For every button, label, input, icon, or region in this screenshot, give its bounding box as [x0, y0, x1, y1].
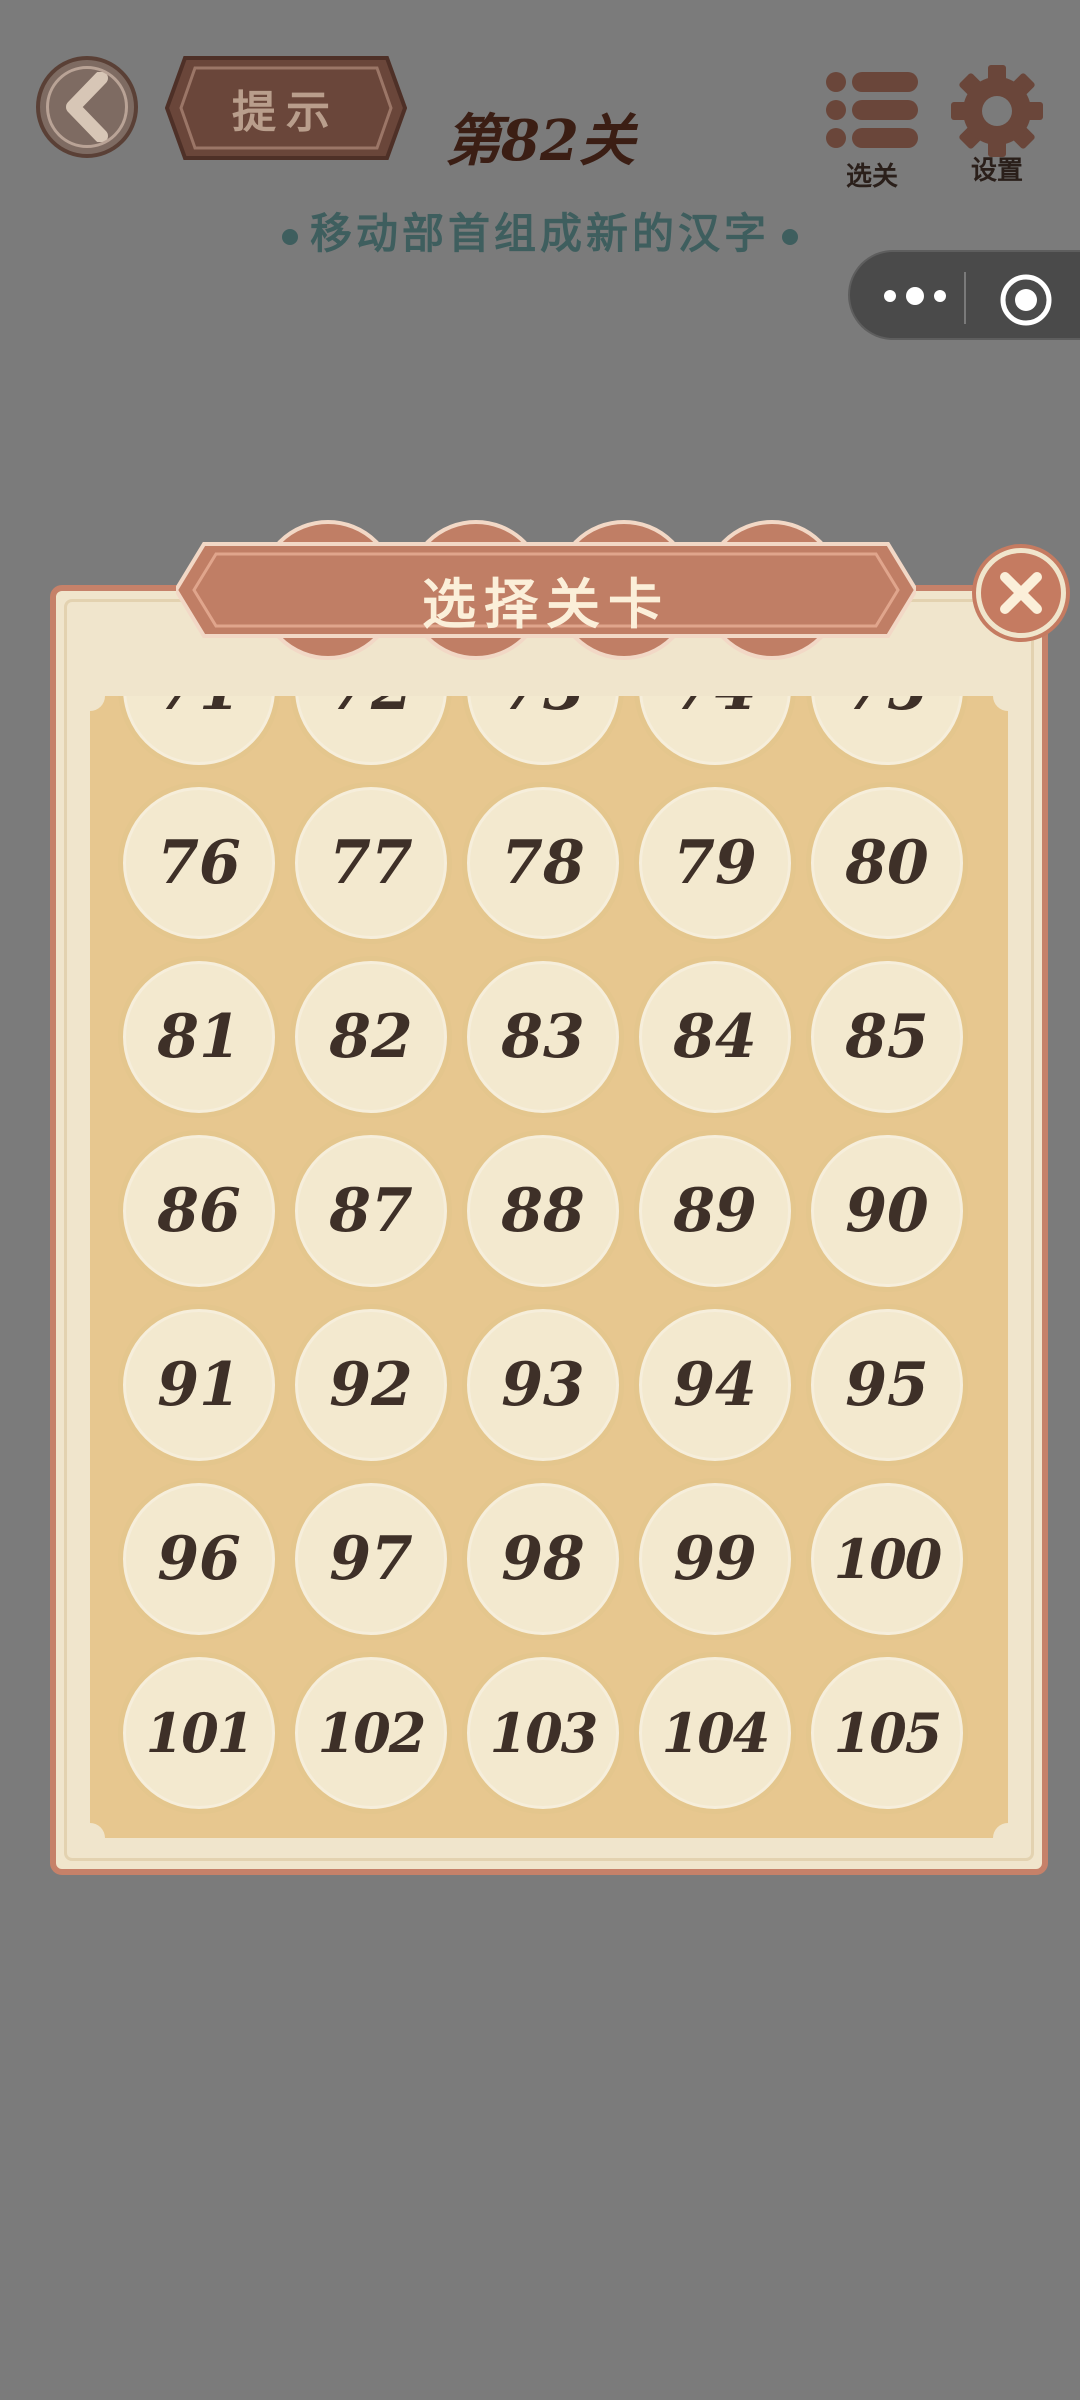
- level-button-101[interactable]: 101: [118, 1652, 280, 1814]
- level-button-74[interactable]: 74: [634, 696, 796, 770]
- level-button-88[interactable]: 88: [462, 1130, 624, 1292]
- level-button-82[interactable]: 82: [290, 956, 452, 1118]
- close-icon: [1000, 572, 1042, 614]
- capsule-divider: [964, 272, 966, 324]
- level-button-76[interactable]: 76: [118, 782, 280, 944]
- dialog-header: 选择关卡: [176, 512, 916, 672]
- settings-button[interactable]: 设置: [950, 64, 1044, 186]
- level-button-93[interactable]: 93: [462, 1304, 624, 1466]
- level-button-83[interactable]: 83: [462, 956, 624, 1118]
- level-button-80[interactable]: 80: [806, 782, 968, 944]
- back-button-ring: [46, 66, 128, 148]
- level-button-72[interactable]: 72: [290, 696, 452, 770]
- level-grid-panel[interactable]: 7172737475 7677787980 8182838485 8687888990…: [90, 696, 1008, 1838]
- level-button-77[interactable]: 77: [290, 782, 452, 944]
- level-button-104[interactable]: 104: [634, 1652, 796, 1814]
- level-button-92[interactable]: 92: [290, 1304, 452, 1466]
- hint-button[interactable]: 提示: [165, 56, 407, 160]
- level-button-81[interactable]: 81: [118, 956, 280, 1118]
- level-button-75[interactable]: 75: [806, 696, 968, 770]
- level-button-78[interactable]: 78: [462, 782, 624, 944]
- level-button-91[interactable]: 91: [118, 1304, 280, 1466]
- level-button-96[interactable]: 96: [118, 1478, 280, 1640]
- panel-corner: [90, 696, 105, 711]
- gear-icon: [951, 65, 1043, 157]
- level-button-90[interactable]: 90: [806, 1130, 968, 1292]
- level-button-94[interactable]: 94: [634, 1304, 796, 1466]
- level-button-100[interactable]: 100: [806, 1478, 968, 1640]
- level-button-102[interactable]: 102: [290, 1652, 452, 1814]
- miniprogram-capsule: [848, 250, 1080, 340]
- level-button-85[interactable]: 85: [806, 956, 968, 1118]
- level-select-button[interactable]: 选关: [826, 70, 918, 192]
- dialog-title: 选择关卡: [422, 572, 670, 636]
- panel-corner: [90, 1823, 105, 1838]
- bullet-dot: [782, 229, 798, 245]
- level-button-95[interactable]: 95: [806, 1304, 968, 1466]
- close-miniprogram-icon[interactable]: [998, 272, 1054, 328]
- level-button-84[interactable]: 84: [634, 956, 796, 1118]
- level-button-87[interactable]: 87: [290, 1130, 452, 1292]
- instruction-text: 移动部首组成新的汉字: [309, 209, 770, 258]
- level-instruction: 移动部首组成新的汉字: [260, 200, 820, 261]
- level-select-dialog: 7172737475 7677787980 8182838485 8687888990…: [50, 585, 1048, 1875]
- close-dialog-button[interactable]: [976, 548, 1066, 638]
- level-button-79[interactable]: 79: [634, 782, 796, 944]
- list-icon: [826, 72, 918, 148]
- panel-corner: [993, 1823, 1008, 1838]
- level-select-caption: 选关: [845, 162, 898, 192]
- more-options-icon[interactable]: [880, 276, 950, 316]
- settings-caption: 设置: [970, 156, 1023, 186]
- level-button-86[interactable]: 86: [118, 1130, 280, 1292]
- level-button-105[interactable]: 105: [806, 1652, 968, 1814]
- bullet-dot: [281, 229, 298, 245]
- level-title: 第82关: [445, 108, 635, 174]
- level-button-98[interactable]: 98: [462, 1478, 624, 1640]
- level-grid: 7172737475 7677787980 8182838485 8687888990…: [118, 696, 968, 1814]
- level-button-97[interactable]: 97: [290, 1478, 452, 1640]
- level-button-71[interactable]: 71: [118, 696, 280, 770]
- back-button[interactable]: [36, 56, 138, 158]
- level-button-73[interactable]: 73: [462, 696, 624, 770]
- level-button-99[interactable]: 99: [634, 1478, 796, 1640]
- level-button-103[interactable]: 103: [462, 1652, 624, 1814]
- panel-corner: [993, 696, 1008, 711]
- hint-label: 提示: [232, 87, 340, 138]
- level-button-89[interactable]: 89: [634, 1130, 796, 1292]
